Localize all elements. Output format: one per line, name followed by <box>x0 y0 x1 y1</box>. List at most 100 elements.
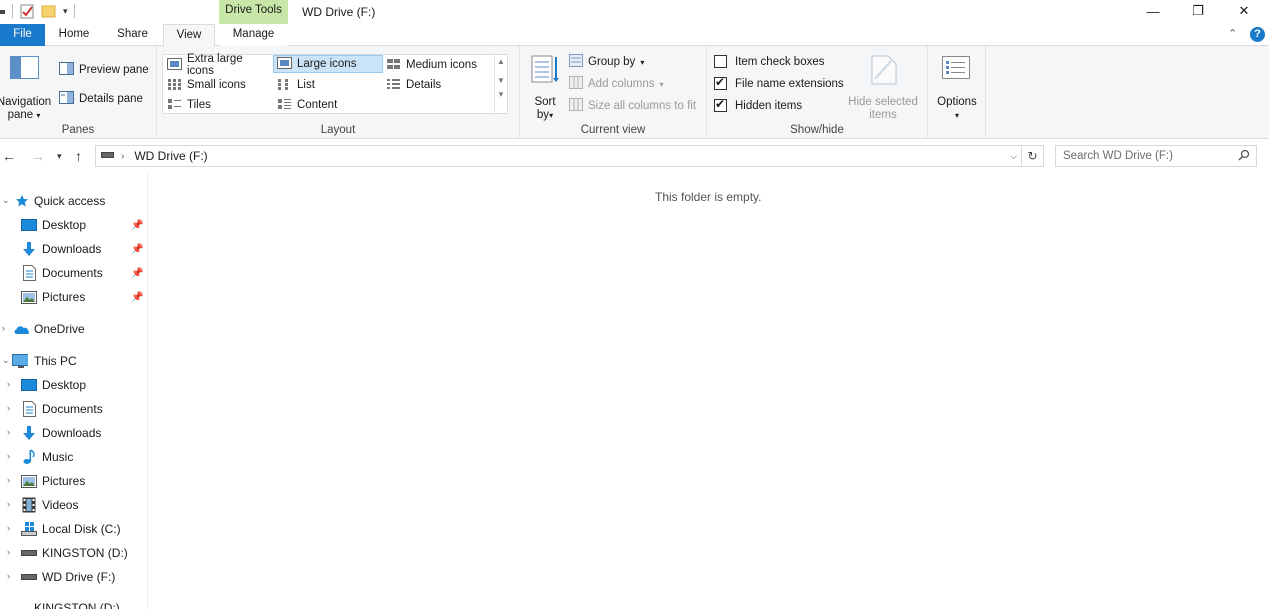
chevron-down-icon: ▾ <box>659 79 664 89</box>
drive-icon <box>101 150 115 162</box>
new-folder-icon[interactable] <box>41 3 57 19</box>
options-button[interactable]: Options ▾ <box>932 52 982 120</box>
size-all-columns-button[interactable]: Size all columns to fit <box>569 98 696 114</box>
nav-item-pc-desktop[interactable]: › Desktop <box>0 374 147 396</box>
scroll-down-icon[interactable]: ▼ <box>495 76 507 85</box>
layout-medium-icons[interactable]: Medium icons <box>383 56 493 74</box>
hidden-items-checkbox[interactable] <box>714 97 727 112</box>
tab-file[interactable]: File <box>0 24 45 46</box>
nav-item-label: Videos <box>42 498 79 512</box>
breadcrumb-path[interactable]: WD Drive (F:) <box>134 149 207 163</box>
hidden-items-toggle[interactable]: Hidden items <box>714 97 803 112</box>
expand-chevron-icon[interactable]: › <box>7 499 10 509</box>
nav-item-kingston-d-root[interactable]: KINGSTON (D:) <box>0 597 147 609</box>
address-row: ← → ▾ ↑ › WD Drive (F:) ⌵ ↻ <box>0 140 1269 172</box>
nav-item-desktop[interactable]: Desktop 📌 <box>0 214 147 236</box>
expand-chevron-icon[interactable]: › <box>7 403 10 413</box>
expand-chevron-icon[interactable]: › <box>7 475 10 485</box>
up-arrow-icon[interactable]: ↑ <box>75 148 82 164</box>
file-name-extensions-label: File name extensions <box>735 77 844 90</box>
layout-gallery-scroll[interactable]: ▲ ▼ ▾ <box>494 55 507 113</box>
layout-extra-large-icons[interactable]: Extra large icons <box>164 53 272 77</box>
tab-home[interactable]: Home <box>48 24 100 46</box>
details-pane-button[interactable]: Details pane <box>59 91 143 107</box>
search-box[interactable] <box>1055 145 1257 167</box>
pin-icon[interactable]: 📌 <box>131 244 143 255</box>
sort-by-button[interactable]: Sort by▾ <box>528 52 562 121</box>
nav-item-pc-music[interactable]: › Music <box>0 446 147 468</box>
expand-chevron-icon[interactable]: › <box>7 571 10 581</box>
drive-icon[interactable] <box>0 6 6 16</box>
desktop-icon <box>21 378 37 392</box>
nav-item-pc-videos[interactable]: › Videos <box>0 494 147 516</box>
forward-arrow-icon[interactable]: → <box>31 148 45 164</box>
search-input[interactable] <box>1056 150 1238 162</box>
nav-item-downloads[interactable]: Downloads 📌 <box>0 238 147 260</box>
minimize-button[interactable]: — <box>1130 0 1176 22</box>
layout-content[interactable]: Content <box>274 96 382 114</box>
nav-item-pc-downloads[interactable]: › Downloads <box>0 422 147 444</box>
nav-item-pc-documents[interactable]: › Documents <box>0 398 147 420</box>
expand-chevron-icon[interactable]: ⌄ <box>2 355 10 366</box>
layout-list[interactable]: List <box>274 76 382 94</box>
tab-manage[interactable]: Manage <box>220 24 287 46</box>
item-check-boxes-toggle[interactable]: Item check boxes <box>714 55 824 68</box>
back-arrow-icon[interactable]: ← <box>2 148 16 164</box>
file-name-extensions-toggle[interactable]: File name extensions <box>714 75 844 90</box>
layout-large-icons[interactable]: Large icons <box>273 55 383 73</box>
expand-chevron-icon[interactable]: › <box>2 323 5 333</box>
nav-item-documents[interactable]: Documents 📌 <box>0 262 147 284</box>
expand-chevron-icon[interactable]: › <box>7 523 10 533</box>
breadcrumb-chevron-icon[interactable]: › <box>121 151 124 162</box>
expand-chevron-icon[interactable]: › <box>7 427 10 437</box>
navigation-pane-button[interactable]: Navigation pane ▾ <box>0 52 52 121</box>
file-name-extensions-checkbox[interactable] <box>714 75 727 90</box>
chevron-down-icon: ▾ <box>36 111 41 120</box>
expand-chevron-icon[interactable]: › <box>7 451 10 461</box>
properties-icon[interactable] <box>19 3 35 19</box>
hidden-items-label: Hidden items <box>735 99 803 112</box>
group-by-button[interactable]: Group by ▾ <box>569 54 644 70</box>
nav-item-pictures[interactable]: Pictures 📌 <box>0 286 147 308</box>
help-icon[interactable]: ? <box>1250 27 1265 42</box>
qat-customize-dropdown-icon[interactable]: ▾ <box>63 6 68 17</box>
expand-chevron-icon[interactable]: › <box>7 379 10 389</box>
expand-chevron-icon[interactable]: › <box>7 547 10 557</box>
hide-selected-items-button[interactable]: Hide selected items <box>845 52 923 121</box>
layout-tiles[interactable]: Tiles <box>164 96 272 114</box>
nav-item-wd-drive-f[interactable]: › WD Drive (F:) <box>0 566 147 588</box>
nav-item-kingston-d[interactable]: › KINGSTON (D:) <box>0 542 147 564</box>
expand-chevron-icon[interactable]: ⌄ <box>2 195 10 206</box>
small-icons-icon <box>167 78 182 93</box>
tab-share[interactable]: Share <box>104 24 161 46</box>
search-icon[interactable] <box>1238 149 1250 164</box>
music-icon <box>21 449 37 464</box>
pin-icon[interactable]: 📌 <box>131 292 143 303</box>
add-columns-button[interactable]: Add columns ▾ <box>569 76 664 92</box>
maximize-button[interactable]: ❐ <box>1175 0 1221 22</box>
nav-item-this-pc[interactable]: ⌄ This PC <box>0 350 147 372</box>
layout-details[interactable]: Details <box>383 76 493 94</box>
ribbon-view: Navigation pane ▾ Preview pane Details p… <box>0 46 1269 139</box>
address-dropdown-icon[interactable]: ⌵ <box>1010 151 1017 162</box>
pin-icon[interactable]: 📌 <box>131 220 143 231</box>
details-pane-label: Details pane <box>79 93 143 105</box>
details-pane-icon <box>59 91 74 107</box>
nav-item-label: KINGSTON (D:) <box>42 546 128 560</box>
nav-item-quick-access[interactable]: ⌄ Quick access <box>0 190 147 212</box>
minimize-ribbon-icon[interactable]: ⌃ <box>1228 27 1237 40</box>
nav-item-onedrive[interactable]: › OneDrive <box>0 318 147 340</box>
nav-item-local-disk-c[interactable]: › Local Disk (C:) <box>0 518 147 540</box>
pin-icon[interactable]: 📌 <box>131 268 143 279</box>
recent-locations-chevron-icon[interactable]: ▾ <box>57 151 62 162</box>
address-bar[interactable]: › WD Drive (F:) ⌵ <box>95 145 1022 167</box>
item-check-boxes-checkbox[interactable] <box>714 55 727 68</box>
layout-small-icons[interactable]: Small icons <box>164 76 272 94</box>
close-button[interactable]: ✕ <box>1221 0 1267 22</box>
tab-view[interactable]: View <box>163 24 215 47</box>
gallery-expand-icon[interactable]: ▾ <box>495 89 507 100</box>
refresh-icon[interactable]: ↻ <box>1022 145 1044 167</box>
nav-item-pc-pictures[interactable]: › Pictures <box>0 470 147 492</box>
preview-pane-button[interactable]: Preview pane <box>59 62 149 78</box>
scroll-up-icon[interactable]: ▲ <box>495 57 507 66</box>
